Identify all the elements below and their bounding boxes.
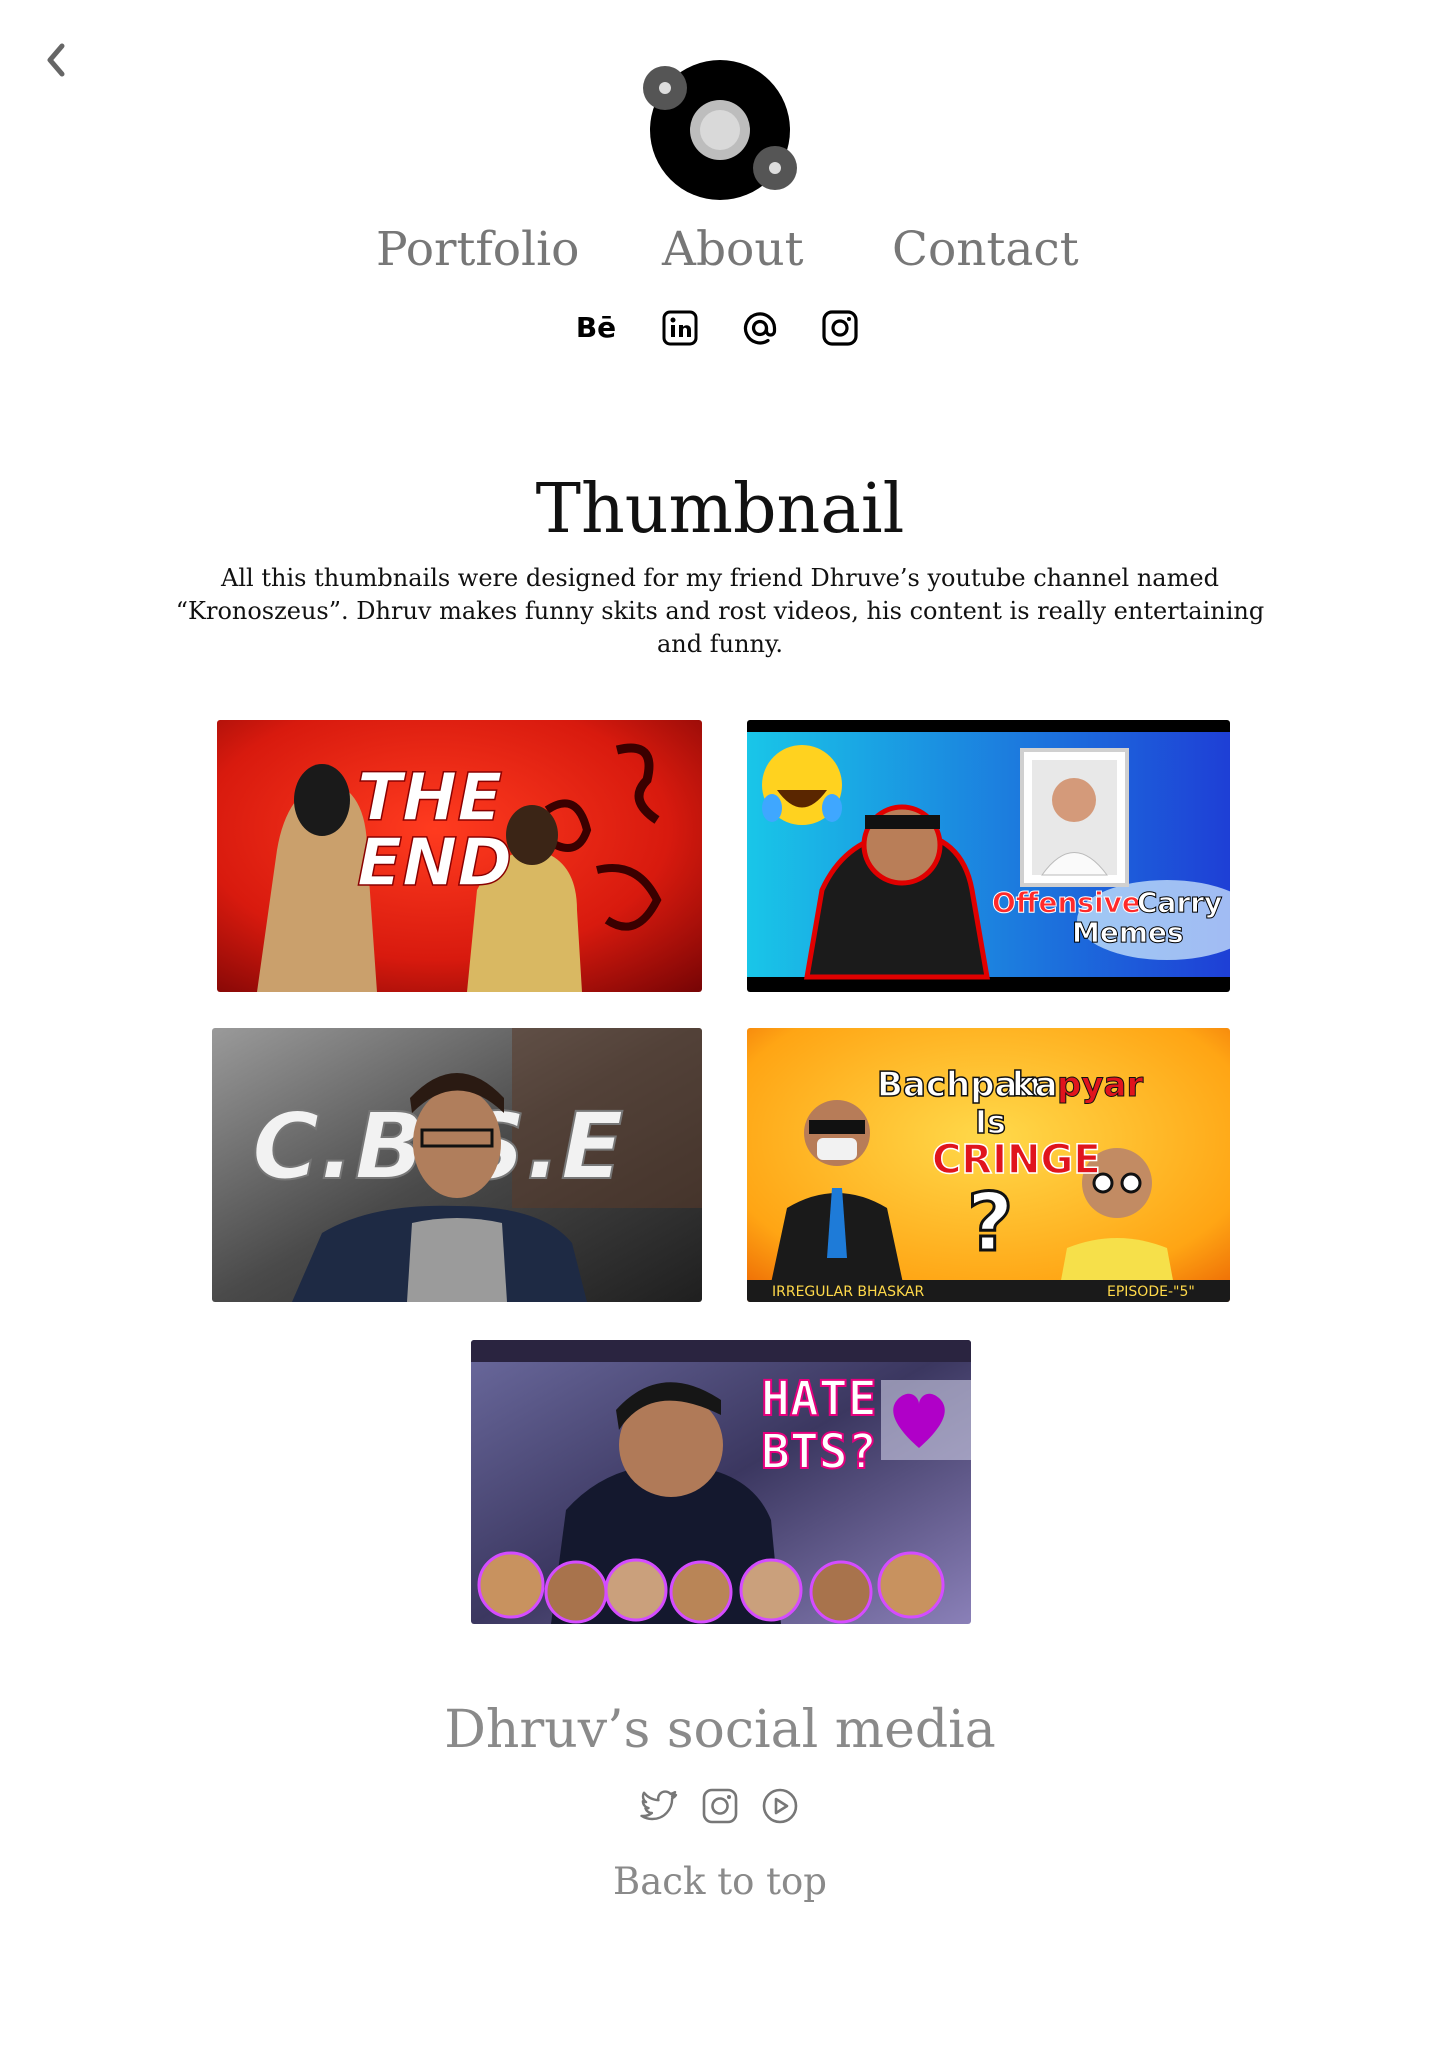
site-logo[interactable] <box>640 52 800 212</box>
social-links-bottom <box>640 1786 800 1826</box>
back-button[interactable] <box>36 36 76 84</box>
twitter-icon <box>640 1790 678 1821</box>
thumbnail-offensive-carry-memes[interactable]: Offensive Carry Memes <box>747 720 1230 992</box>
thumbnail-text: ka <box>1012 1065 1058 1105</box>
youtube-icon <box>762 1788 798 1824</box>
chevron-left-icon <box>47 43 65 77</box>
thumbnail-the-end[interactable]: THE END <box>217 720 702 992</box>
linkedin-icon <box>662 310 698 346</box>
main-nav: Portfolio About Contact <box>0 222 1440 292</box>
thumbnail-text: pyar <box>1057 1065 1143 1105</box>
instagram-link-bottom[interactable] <box>700 1786 740 1826</box>
thumbnail-text: END <box>357 824 512 901</box>
thumbnail-hate-bts[interactable]: HATE BTS? <box>471 1340 971 1624</box>
instagram-icon <box>822 310 858 346</box>
nav-about[interactable]: About <box>662 222 803 277</box>
thumbnail-text: EPISODE-"5" <box>1107 1284 1195 1300</box>
page-title: Thumbnail <box>535 470 905 549</box>
thumbnail-text: IRREGULAR BHASKAR <box>772 1284 925 1300</box>
thumbnail-text: HATE <box>761 1371 877 1427</box>
thumbnail-image: THE END <box>217 720 702 992</box>
page-description: All this thumbnails were designed for my… <box>175 564 1265 658</box>
thumbnail-text: Carry <box>1137 886 1222 919</box>
social-links-top: Bē <box>574 306 874 354</box>
thumbnail-text: ? <box>967 1176 1013 1269</box>
email-link[interactable] <box>738 306 782 350</box>
linkedin-link[interactable] <box>658 306 702 350</box>
thumbnail-image: Offensive Carry Memes <box>747 720 1230 992</box>
email-at-icon <box>743 312 777 345</box>
thumbnail-text: Offensive <box>992 886 1141 919</box>
youtube-link[interactable] <box>760 1786 800 1826</box>
thumbnail-text: Is <box>975 1103 1006 1141</box>
thumbnail-image: HATE BTS? <box>471 1340 971 1624</box>
thumbnail-bachpan-ka-pyar[interactable]: Bachpan ka pyar Is CRINGE ? IRREGULAR BH… <box>747 1028 1230 1302</box>
instagram-icon <box>702 1788 738 1824</box>
thumbnail-text: CRINGE <box>932 1137 1101 1183</box>
twitter-link[interactable] <box>640 1786 680 1826</box>
behance-icon: Bē <box>575 311 617 344</box>
thumbnail-cbse[interactable]: C.B.S.E <box>212 1028 702 1302</box>
orbit-logo-icon <box>643 60 797 200</box>
nav-contact[interactable]: Contact <box>892 222 1079 277</box>
thumbnail-text: Memes <box>1072 916 1184 949</box>
thumbnail-text: BTS? <box>761 1424 877 1480</box>
footer-title: Dhruv’s social media <box>444 1700 996 1760</box>
thumbnail-image: Bachpan ka pyar Is CRINGE ? IRREGULAR BH… <box>747 1028 1230 1302</box>
instagram-link[interactable] <box>818 306 862 350</box>
back-to-top-link[interactable]: Back to top <box>0 1860 1440 1903</box>
nav-portfolio[interactable]: Portfolio <box>376 222 579 277</box>
thumbnail-image: C.B.S.E <box>212 1028 702 1302</box>
behance-link[interactable]: Bē <box>574 306 618 350</box>
